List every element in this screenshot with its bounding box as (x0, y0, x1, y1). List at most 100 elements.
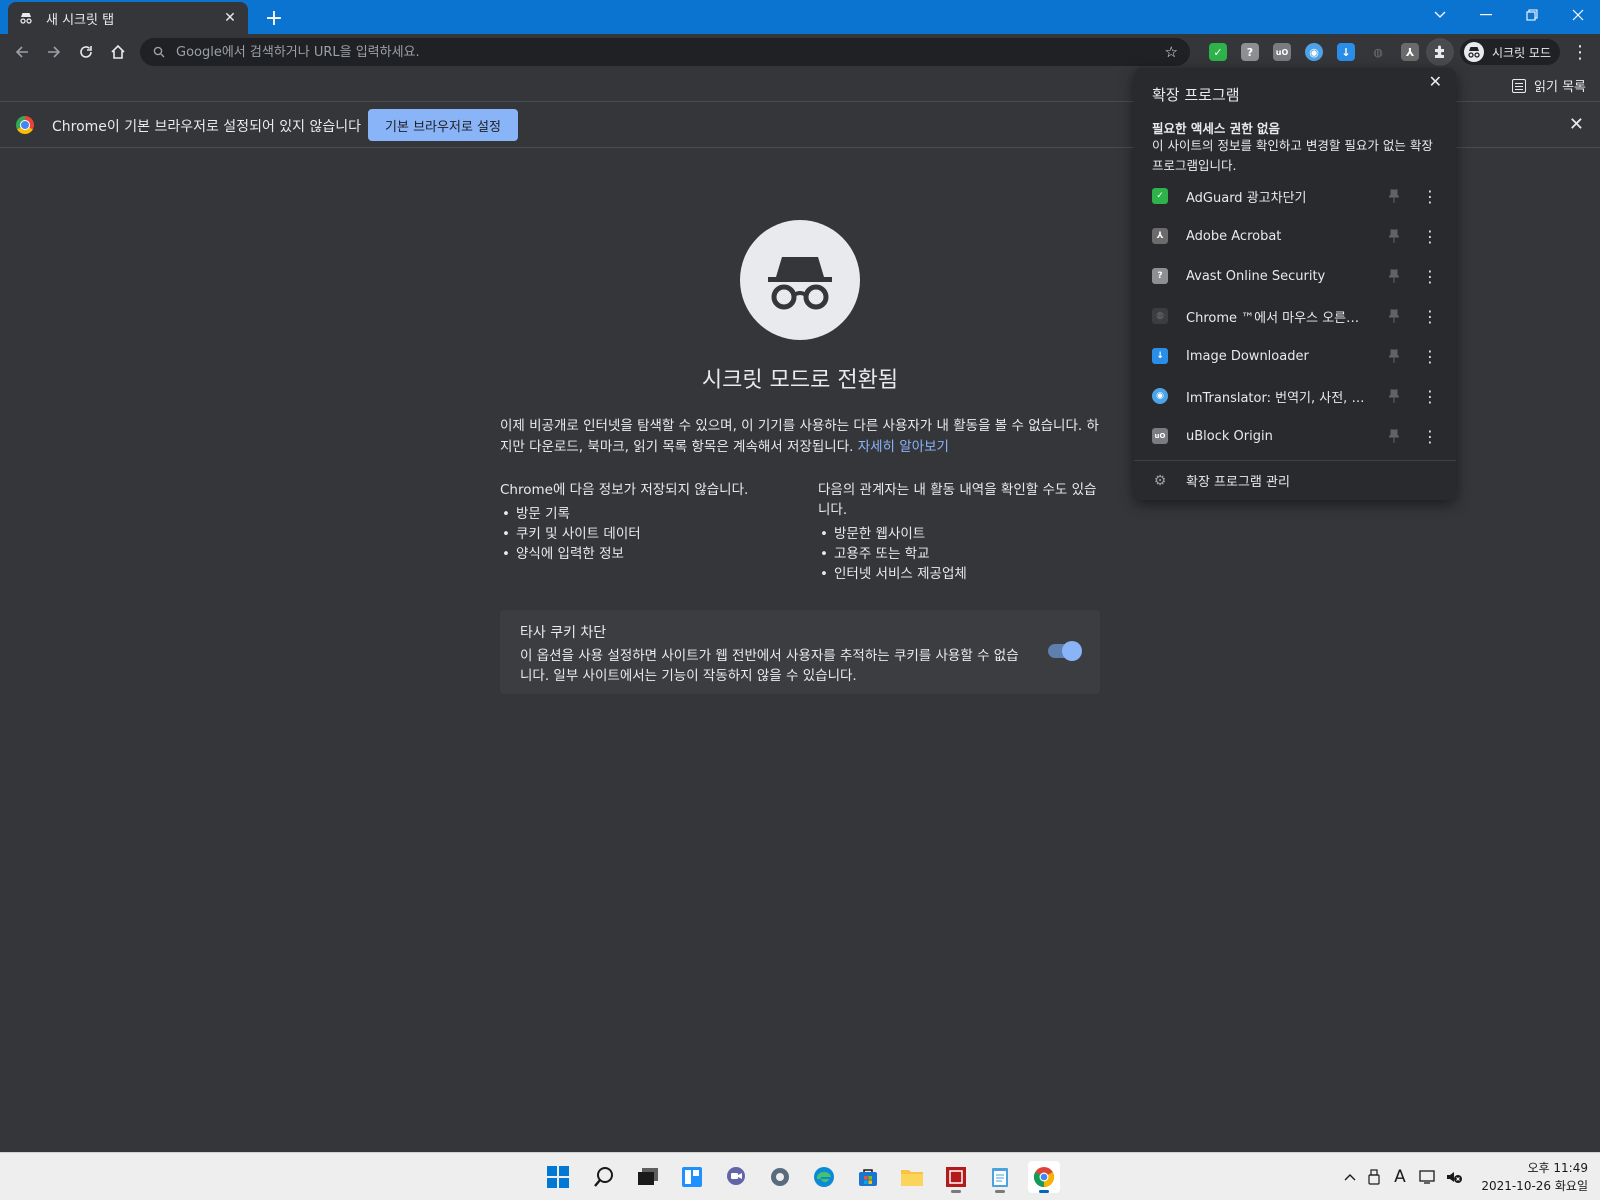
extensions-menu-close-icon[interactable]: ✕ (1429, 72, 1442, 91)
set-default-browser-button[interactable]: 기본 브라우저로 설정 (368, 109, 518, 141)
list-item: 쿠키 및 사이트 데이터 (500, 524, 780, 544)
reading-list-button[interactable]: 읽기 목록 (1512, 76, 1586, 95)
more-options-icon[interactable]: ⋮ (1422, 267, 1438, 286)
tab-new-incognito[interactable]: 새 시크릿 탭 ✕ (8, 2, 248, 34)
usb-device-icon[interactable] (1364, 1167, 1384, 1187)
extension-name: Chrome ™에서 마우스 오른쪽... (1186, 310, 1366, 326)
cookie-card-description: 이 옵션을 사용 설정하면 사이트가 웹 전반에서 사용자를 추적하는 쿠키를 … (520, 648, 1019, 684)
chat-icon[interactable] (720, 1161, 752, 1193)
pin-icon[interactable] (1386, 388, 1402, 404)
system-clock[interactable]: 오후 11:49 2021-10-26 화요일 (1481, 1159, 1588, 1195)
pin-icon[interactable] (1386, 268, 1402, 284)
back-button[interactable] (8, 38, 36, 66)
app-red-icon[interactable] (940, 1161, 972, 1193)
incognito-profile-chip[interactable]: 시크릿 모드 (1460, 39, 1560, 65)
section-description: 이 사이트의 정보를 확인하고 변경할 필요가 없는 확장 프로그램입니다. (1152, 138, 1433, 173)
minimize-icon[interactable] (1464, 0, 1508, 30)
search-icon[interactable] (588, 1161, 620, 1193)
restore-icon[interactable] (1510, 0, 1554, 30)
toggle-knob (1062, 641, 1082, 661)
running-indicator (995, 1190, 1005, 1193)
task-view-icon[interactable] (632, 1161, 664, 1193)
mouse-icon: ◍ (1152, 308, 1168, 324)
extension-item-avast[interactable]: ? Avast Online Security ⋮ (1134, 256, 1456, 296)
ublock-icon: uO (1152, 428, 1168, 444)
avast-icon: ? (1152, 268, 1168, 284)
reload-button[interactable] (72, 38, 100, 66)
tab-close-icon[interactable]: ✕ (222, 10, 238, 26)
acrobat-extension-icon[interactable]: ⅄ (1401, 43, 1419, 61)
extensions-puzzle-icon[interactable] (1426, 38, 1454, 66)
omnibox-input[interactable] (176, 44, 1165, 60)
close-window-icon[interactable] (1556, 0, 1600, 30)
adguard-extension-icon[interactable]: ✓ (1209, 43, 1227, 61)
pin-icon[interactable] (1386, 428, 1402, 444)
pin-icon[interactable] (1386, 348, 1402, 364)
address-bar[interactable]: ☆ (140, 38, 1190, 66)
notepad-icon[interactable] (984, 1161, 1016, 1193)
learn-more-link[interactable]: 자세히 알아보기 (858, 439, 949, 455)
more-options-icon[interactable]: ⋮ (1422, 347, 1438, 366)
imtranslator-extension-icon[interactable]: ◉ (1305, 43, 1323, 61)
edge-icon[interactable] (808, 1161, 840, 1193)
incognito-description: 이제 비공개로 인터넷을 탐색할 수 있으며, 이 기기를 사용하는 다른 사용… (500, 416, 1100, 458)
extension-item-right-click[interactable]: ◍ Chrome ™에서 마우스 오른쪽... ⋮ (1134, 296, 1456, 336)
more-options-icon[interactable]: ⋮ (1422, 227, 1438, 246)
image-downloader-extension-icon[interactable]: ↓ (1337, 43, 1355, 61)
chrome-taskbar-icon[interactable] (1028, 1161, 1060, 1193)
chrome-menu-icon[interactable]: ⋮ (1570, 38, 1590, 66)
taskbar: A 오후 11:49 2021-10-26 화요일 (0, 1152, 1600, 1200)
pin-icon[interactable] (1386, 188, 1402, 204)
extension-item-image-downloader[interactable]: ↓ Image Downloader ⋮ (1134, 336, 1456, 376)
store-icon[interactable] (852, 1161, 884, 1193)
home-button[interactable] (104, 38, 132, 66)
visible-to-heading: 다음의 관계자는 내 활동 내역을 확인할 수도 있습니다. (818, 482, 1097, 518)
list-item: 방문 기록 (500, 504, 780, 524)
clock-time: 오후 11:49 (1527, 1161, 1588, 1175)
file-explorer-icon[interactable] (896, 1161, 928, 1193)
tab-search-icon[interactable] (1418, 0, 1462, 30)
infobar-message: Chrome이 기본 브라우저로 설정되어 있지 않습니다 (52, 119, 362, 135)
new-tab-button[interactable]: + (260, 4, 288, 32)
bookmark-star-icon[interactable]: ☆ (1165, 43, 1178, 61)
extension-item-ublock[interactable]: uO uBlock Origin ⋮ (1134, 416, 1456, 456)
extension-item-adguard[interactable]: ✓ AdGuard 광고차단기 ⋮ (1134, 176, 1456, 216)
more-options-icon[interactable]: ⋮ (1422, 387, 1438, 406)
pin-icon[interactable] (1386, 308, 1402, 324)
extension-name: Adobe Acrobat (1186, 228, 1282, 244)
pin-icon[interactable] (1386, 228, 1402, 244)
extension-name: AdGuard 광고차단기 (1186, 190, 1307, 206)
block-cookies-toggle[interactable] (1048, 641, 1082, 661)
volume-muted-icon[interactable] (1444, 1167, 1464, 1187)
mouse-extension-icon[interactable]: ◍ (1369, 43, 1387, 61)
forward-button[interactable] (40, 38, 68, 66)
more-options-icon[interactable]: ⋮ (1422, 427, 1438, 446)
title-bar: 새 시크릿 탭 ✕ + (0, 0, 1600, 34)
visible-to-column: 다음의 관계자는 내 활동 내역을 확인할 수도 있습니다. 방문한 웹사이트 … (818, 480, 1098, 584)
extension-item-imtranslator[interactable]: ◉ ImTranslator: 번역기, 사전, 음성 ⋮ (1134, 376, 1456, 416)
network-icon[interactable] (1418, 1167, 1438, 1187)
settings-icon[interactable] (764, 1161, 796, 1193)
widgets-icon[interactable] (676, 1161, 708, 1193)
incognito-description-text: 이제 비공개로 인터넷을 탐색할 수 있으며, 이 기기를 사용하는 다른 사용… (500, 418, 1099, 455)
incognito-title: 시크릿 모드로 전환됨 (701, 368, 899, 393)
avast-extension-icon[interactable]: ? (1241, 43, 1259, 61)
more-options-icon[interactable]: ⋮ (1422, 187, 1438, 206)
ublock-extension-icon[interactable]: uO (1273, 43, 1291, 61)
more-options-icon[interactable]: ⋮ (1422, 307, 1438, 326)
list-item: 방문한 웹사이트 (818, 524, 1098, 544)
start-icon[interactable] (542, 1161, 574, 1193)
manage-extensions-label: 확장 프로그램 관리 (1186, 475, 1290, 490)
not-saved-heading: Chrome에 다음 정보가 저장되지 않습니다. (500, 482, 749, 498)
extension-name: Image Downloader (1186, 348, 1309, 364)
infobar-close-icon[interactable]: ✕ (1569, 114, 1584, 135)
list-item: 고용주 또는 학교 (818, 544, 1098, 564)
ime-indicator-icon[interactable]: A (1390, 1167, 1410, 1187)
manage-extensions-button[interactable]: ⚙ 확장 프로그램 관리 (1134, 460, 1456, 500)
translator-icon: ◉ (1152, 388, 1168, 404)
tray-overflow-icon[interactable] (1340, 1167, 1360, 1187)
extension-item-acrobat[interactable]: ⅄ Adobe Acrobat ⋮ (1134, 216, 1456, 256)
extensions-menu: 확장 프로그램 ✕ 필요한 액세스 권한 없음 이 사이트의 정보를 확인하고 … (1134, 68, 1456, 500)
running-indicator (951, 1190, 961, 1193)
clock-date: 2021-10-26 화요일 (1481, 1179, 1588, 1193)
